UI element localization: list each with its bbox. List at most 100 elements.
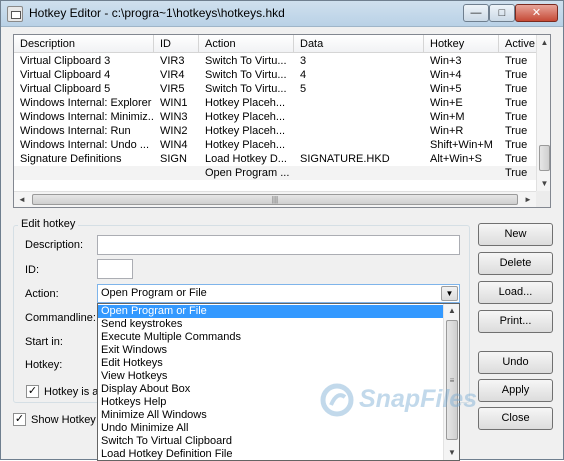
- action-option-selected[interactable]: Open Program or File: [98, 305, 443, 318]
- scroll-up-arrow-icon[interactable]: ▲: [444, 304, 459, 318]
- load-button[interactable]: Load...: [478, 281, 553, 304]
- column-header-action[interactable]: Action: [199, 35, 294, 53]
- close-window-button[interactable]: ✕: [515, 4, 558, 22]
- apply-button[interactable]: Apply: [478, 379, 553, 402]
- cell-id: VIR4: [160, 69, 185, 81]
- cell-active: True: [505, 125, 528, 137]
- cell-action: Open Program ...: [205, 167, 290, 179]
- new-button[interactable]: New: [478, 223, 553, 246]
- action-option[interactable]: View Hotkeys: [98, 370, 443, 383]
- list-row-new[interactable]: Open Program ... True: [14, 166, 538, 180]
- action-select[interactable]: Open Program or File: [97, 284, 460, 303]
- cell-active: True: [505, 111, 528, 123]
- cell-id: SIGN: [160, 153, 187, 165]
- hotkey-list[interactable]: Description ID Action Data Hotkey Active…: [13, 34, 551, 208]
- minimize-button[interactable]: —: [463, 4, 489, 22]
- undo-button[interactable]: Undo: [478, 351, 553, 374]
- cell-id: VIR3: [160, 55, 185, 67]
- scroll-left-arrow-icon[interactable]: ◄: [14, 192, 30, 207]
- cell-data: 4: [300, 69, 307, 81]
- cell-description: Virtual Clipboard 3: [20, 55, 111, 67]
- cell-action: Hotkey Placeh...: [205, 97, 286, 109]
- scroll-right-arrow-icon[interactable]: ►: [520, 192, 536, 207]
- action-option[interactable]: Exit Windows: [98, 344, 443, 357]
- cell-description: Signature Definitions: [20, 153, 122, 165]
- cell-data: [294, 96, 424, 110]
- column-header-description[interactable]: Description: [14, 35, 154, 53]
- cell-id: WIN1: [160, 97, 188, 109]
- column-header-active[interactable]: Active: [499, 35, 539, 53]
- action-label: Action:: [25, 288, 59, 300]
- list-row[interactable]: Windows Internal: Undo ... WIN4 Hotkey P…: [14, 138, 538, 152]
- column-header-id[interactable]: ID: [154, 35, 199, 53]
- list-row[interactable]: Virtual Clipboard 3 VIR3 Switch To Virtu…: [14, 54, 538, 68]
- list-row[interactable]: Windows Internal: Explorer WIN1 Hotkey P…: [14, 96, 538, 110]
- action-option[interactable]: Send keystrokes: [98, 318, 443, 331]
- action-option[interactable]: Load Hotkey Definition File: [98, 448, 443, 460]
- description-label: Description:: [25, 239, 84, 251]
- cell-action: Switch To Virtu...: [205, 69, 287, 81]
- maximize-button[interactable]: □: [489, 4, 515, 22]
- cell-data: 5: [300, 83, 307, 95]
- cell-data: [294, 110, 424, 124]
- cell-active: True: [505, 139, 528, 151]
- action-dropdown-list[interactable]: Open Program or File Send keystrokes Exe…: [97, 303, 460, 461]
- action-option[interactable]: Minimize All Windows: [98, 409, 443, 422]
- hotkey-label: Hotkey:: [25, 359, 63, 371]
- cell-active: True: [505, 167, 528, 179]
- list-horizontal-scrollbar[interactable]: ◄ ||| ►: [14, 191, 536, 207]
- edit-hotkey-group-title: Edit hotkey: [18, 218, 79, 230]
- list-row[interactable]: Windows Internal: Minimiz... WIN3 Hotkey…: [14, 110, 538, 124]
- list-row[interactable]: Signature Definitions SIGN Load Hotkey D…: [14, 152, 538, 166]
- cell-description: Windows Internal: Run: [20, 125, 131, 137]
- scroll-up-arrow-icon[interactable]: ▲: [537, 35, 550, 50]
- scroll-down-arrow-icon[interactable]: ▼: [537, 176, 550, 191]
- app-icon: [7, 6, 23, 22]
- cell-id: WIN3: [160, 111, 188, 123]
- close-button[interactable]: Close: [478, 407, 553, 430]
- cell-active: True: [505, 97, 528, 109]
- column-header-hotkey[interactable]: Hotkey: [424, 35, 499, 53]
- dropdown-vertical-scrollbar[interactable]: ▲ ≡ ▼: [443, 304, 459, 460]
- hotkey-editor-window: Hotkey Editor - c:\progra~1\hotkeys\hotk…: [0, 0, 564, 461]
- scroll-down-arrow-icon[interactable]: ▼: [444, 446, 459, 460]
- cell-data: [294, 138, 424, 152]
- action-option[interactable]: Undo Minimize All: [98, 422, 443, 435]
- cell-id: WIN2: [160, 125, 188, 137]
- cell-description: [14, 166, 154, 180]
- cell-hotkey: Win+R: [430, 125, 464, 137]
- cell-hotkey: Win+5: [430, 83, 462, 95]
- dropdown-scroll-thumb[interactable]: ≡: [446, 320, 458, 440]
- action-option[interactable]: Execute Multiple Commands: [98, 331, 443, 344]
- cell-active: True: [505, 153, 528, 165]
- hotkey-active-label: Hotkey is a: [44, 386, 99, 398]
- action-option[interactable]: Switch To Virtual Clipboard: [98, 435, 443, 448]
- list-vertical-scrollbar[interactable]: ▲ ▼: [536, 35, 550, 191]
- column-header-data[interactable]: Data: [294, 35, 424, 53]
- cell-active: True: [505, 55, 528, 67]
- cell-description: Virtual Clipboard 4: [20, 69, 111, 81]
- list-row[interactable]: Virtual Clipboard 5 VIR5 Switch To Virtu…: [14, 82, 538, 96]
- action-option[interactable]: Display About Box: [98, 383, 443, 396]
- description-input[interactable]: [97, 235, 460, 255]
- print-button[interactable]: Print...: [478, 310, 553, 333]
- list-row[interactable]: Virtual Clipboard 4 VIR4 Switch To Virtu…: [14, 68, 538, 82]
- cell-action: Switch To Virtu...: [205, 55, 287, 67]
- hotkey-active-checkbox[interactable]: ✓: [26, 385, 39, 398]
- cell-action: Load Hotkey D...: [205, 153, 287, 165]
- cell-data: 3: [300, 55, 307, 67]
- delete-button[interactable]: Delete: [478, 252, 553, 275]
- cell-active: True: [505, 83, 528, 95]
- cell-action: Hotkey Placeh...: [205, 139, 286, 151]
- chevron-down-icon[interactable]: ▼: [441, 286, 458, 301]
- list-vertical-scroll-thumb[interactable]: [539, 145, 550, 171]
- id-input[interactable]: [97, 259, 133, 279]
- list-row[interactable]: Windows Internal: Run WIN2 Hotkey Placeh…: [14, 124, 538, 138]
- title-bar[interactable]: Hotkey Editor - c:\progra~1\hotkeys\hotk…: [1, 1, 563, 27]
- cell-id: VIR5: [160, 83, 185, 95]
- cell-action: Hotkey Placeh...: [205, 111, 286, 123]
- action-option[interactable]: Hotkeys Help: [98, 396, 443, 409]
- list-horizontal-scroll-thumb[interactable]: |||: [32, 194, 518, 205]
- action-option[interactable]: Edit Hotkeys: [98, 357, 443, 370]
- show-hotkeys-checkbox[interactable]: ✓: [13, 413, 26, 426]
